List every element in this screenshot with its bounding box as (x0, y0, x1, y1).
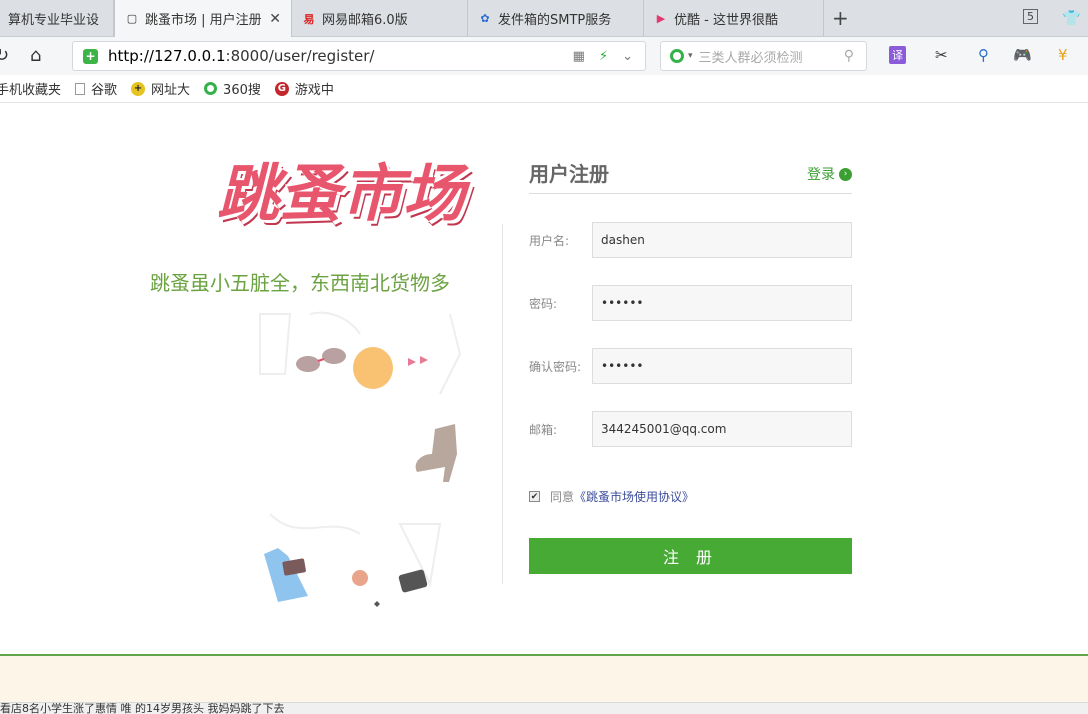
scissors-icon[interactable]: ✂ (935, 46, 948, 64)
arrow-right-icon: › (839, 167, 852, 181)
home-icon[interactable]: ⌂ (30, 45, 41, 66)
figure-icon (352, 570, 368, 586)
register-button[interactable]: 注 册 (529, 538, 852, 574)
page-icon: ▢ (126, 12, 138, 25)
bookmark-label: 手机收藏夹 (0, 83, 62, 98)
confirm-password-input[interactable] (592, 348, 852, 384)
close-icon[interactable]: ✕ (269, 11, 281, 27)
magnifier-icon[interactable]: ⚲ (978, 46, 989, 64)
email-label: 邮箱: (529, 423, 558, 437)
register-page: 跳蚤市场 跳蚤虽小五脏全，东西南北货物多 用户注册 登录 › 用户名: dash… (0, 104, 1088, 654)
bookmark-item[interactable]: 谷歌 (75, 79, 117, 98)
bookmark-label: 谷歌 (91, 83, 118, 98)
agreement-row: ✔ 同意 《跳蚤市场使用协议》 (529, 488, 694, 505)
tab-3[interactable]: ✿ 发件箱的SMTP服务 (468, 0, 644, 37)
register-form: 用户注册 登录 › 用户名: 密码: 确认密码: 邮箱: ✔ 同意 《跳蚤市场使… (529, 158, 852, 574)
heart-icon (374, 601, 380, 607)
tab-label: 发件箱的SMTP服务 (498, 13, 612, 28)
url-text: http://127.0.0.1:8000/user/register/ (108, 47, 375, 65)
reload-icon[interactable]: ↻ (0, 45, 9, 66)
page-icon (75, 82, 86, 95)
gamepad-icon[interactable]: 🎮 (1013, 46, 1032, 64)
login-label: 登录 (807, 167, 835, 183)
site-logo: 跳蚤市场 (216, 157, 465, 230)
bubble-icon (353, 347, 393, 389)
tab-label: 跳蚤市场 | 用户注册 (145, 13, 262, 28)
tab-0[interactable]: 算机专业毕业设 (0, 0, 114, 37)
tab-4[interactable]: ▶ 优酷 - 这世界很酷 (644, 0, 824, 37)
bookmark-label: 360搜 (223, 83, 261, 98)
status-news-text: 看店8名小学生涨了惠情 唯 的14岁男孩头 我妈妈跳了下去 (0, 702, 285, 714)
search-placeholder: 三类人群必须检测 (698, 50, 803, 66)
tab-2[interactable]: 易 网易邮箱6.0版 (292, 0, 468, 37)
netease-mail-icon: 易 (303, 12, 315, 26)
shirt-icon[interactable]: 👕 (1062, 9, 1081, 27)
email-row: 邮箱: (529, 411, 852, 447)
bookmark-label: 游戏中 (294, 83, 334, 98)
bookmark-item[interactable]: G 游戏中 (274, 79, 334, 98)
earrings-icon (408, 356, 428, 366)
boot-icon (415, 424, 457, 482)
tab-1[interactable]: ▢ 跳蚤市场 | 用户注册 ✕ (114, 0, 292, 37)
username-input[interactable] (592, 222, 852, 258)
security-shield-icon: + (83, 48, 98, 64)
yen-icon[interactable]: ¥ (1058, 46, 1068, 64)
site-slogan: 跳蚤虽小五脏全，东西南北货物多 (150, 271, 450, 295)
bookmarks-bar: 手机收藏夹 谷歌 + 网址大 360搜 G 游戏中 (0, 75, 1088, 103)
status-bar: 看店8名小学生涨了惠情 唯 的14岁男孩头 我妈妈跳了下去 (0, 702, 1088, 714)
tab-count-badge[interactable]: 5 (1023, 9, 1038, 24)
handbag-icon (398, 569, 428, 593)
tab-label: 算机专业毕业设 (8, 13, 100, 28)
password-label: 密码: (529, 297, 558, 311)
page-footer (0, 654, 1088, 702)
agree-checkbox[interactable]: ✔ (529, 491, 540, 502)
bookmark-item[interactable]: 手机收藏夹 (0, 79, 61, 98)
youku-icon: ▶ (656, 12, 666, 25)
form-header: 用户注册 登录 › (529, 158, 852, 194)
search-icon[interactable]: ⚲ (844, 48, 854, 64)
tab-label: 优酷 - 这世界很酷 (674, 13, 778, 28)
chevron-down-icon[interactable]: ⌄ (622, 49, 633, 64)
game-icon: G (274, 81, 289, 96)
vertical-divider (502, 224, 503, 584)
chevron-down-icon[interactable]: ▾ (688, 51, 693, 61)
email-input[interactable] (592, 411, 852, 447)
360-icon (204, 82, 218, 95)
username-label: 用户名: (529, 234, 570, 248)
agree-text: 同意 (550, 490, 575, 504)
form-title: 用户注册 (529, 162, 609, 186)
browser-tab-bar: 算机专业毕业设 ▢ 跳蚤市场 | 用户注册 ✕ 易 网易邮箱6.0版 ✿ 发件箱… (0, 0, 1088, 37)
bookmark-item[interactable]: 360搜 (204, 79, 261, 98)
bookmark-label: 网址大 (151, 83, 191, 98)
confirm-password-label: 确认密码: (529, 360, 582, 374)
tab-label: 网易邮箱6.0版 (322, 13, 408, 28)
baidu-icon: ✿ (480, 12, 490, 25)
translate-icon[interactable]: 译 (889, 46, 906, 64)
agreement-link[interactable]: 《跳蚤市场使用协议》 (574, 488, 694, 505)
username-row: 用户名: (529, 222, 852, 258)
browser-toolbar: ↻ ⌂ + http://127.0.0.1:8000/user/registe… (0, 37, 1088, 75)
sunglasses-icon (296, 348, 346, 372)
search-box[interactable]: ▾ 三类人群必须检测 ⚲ (660, 41, 867, 71)
login-link[interactable]: 登录 › (807, 164, 852, 184)
qr-code-icon[interactable]: ▦ (573, 49, 585, 64)
shopping-illustration (259, 311, 462, 607)
360-search-logo-icon (670, 49, 684, 63)
password-row: 密码: (529, 285, 852, 321)
new-tab-button[interactable]: + (832, 6, 849, 30)
confirm-password-row: 确认密码: (529, 348, 852, 384)
web-icon: + (131, 81, 146, 96)
bookmark-item[interactable]: + 网址大 (131, 79, 190, 98)
address-bar[interactable]: + http://127.0.0.1:8000/user/register/ ▦… (72, 41, 646, 71)
lightning-icon[interactable]: ⚡ (599, 49, 608, 64)
password-input[interactable] (592, 285, 852, 321)
